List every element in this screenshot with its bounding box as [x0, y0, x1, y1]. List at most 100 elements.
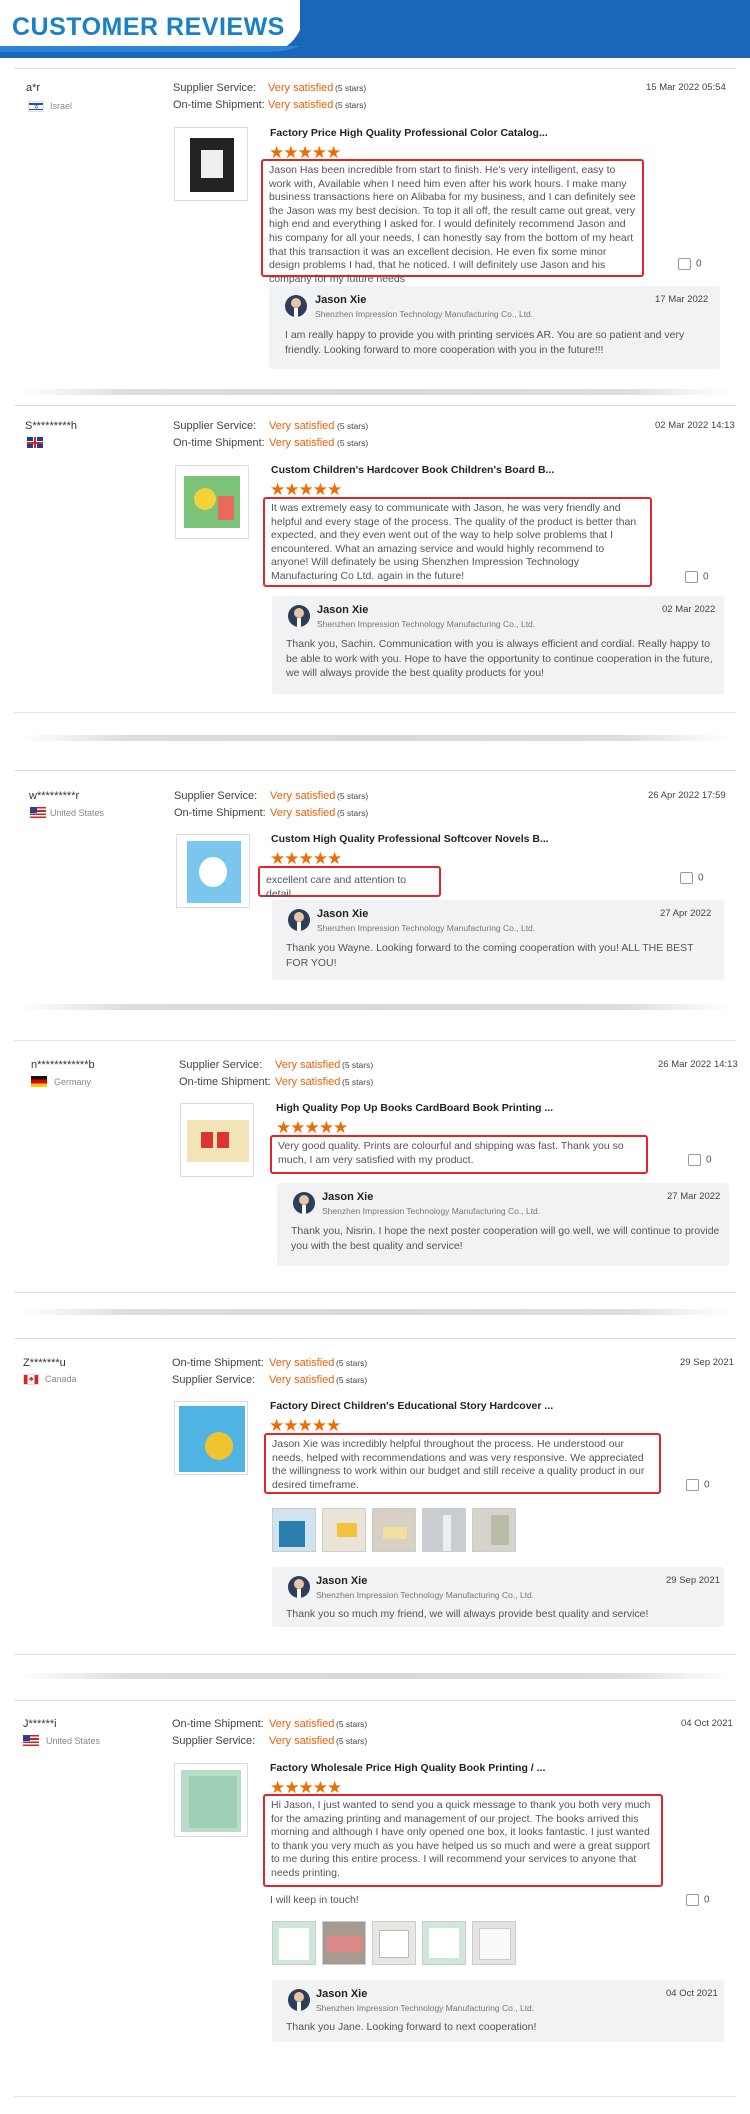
flag-usa-icon: [23, 1735, 39, 1746]
rating-stars-text: (5 stars): [336, 1375, 368, 1385]
divider: [14, 1292, 736, 1293]
reply-company: Shenzhen Impression Technology Manufactu…: [317, 619, 536, 629]
product-title-link[interactable]: Custom Children's Hardcover Book Childre…: [271, 464, 554, 476]
avatar: [285, 295, 307, 317]
reply-author: Jason Xie: [317, 604, 369, 616]
star-rating: ★★★★★: [270, 480, 342, 499]
reviewer-country: Israel: [50, 101, 73, 111]
shipment-value: Very satisfied: [268, 99, 334, 111]
rating-stars-text: (5 stars): [337, 808, 369, 818]
review-photo[interactable]: [472, 1508, 516, 1552]
supplier-service-value: Very satisfied: [268, 82, 334, 94]
like-count: 0: [704, 1894, 710, 1906]
reply-author: Jason Xie: [322, 1191, 374, 1203]
seller-reply: Jason Xie Shenzhen Impression Technology…: [272, 596, 724, 694]
shipment-value: Very satisfied: [269, 1718, 335, 1730]
thumbs-up-icon: [685, 571, 698, 583]
reply-company: Shenzhen Impression Technology Manufactu…: [316, 1590, 535, 1600]
like-button[interactable]: 0: [680, 872, 704, 884]
shipment-label: On-time Shipment:: [172, 1357, 264, 1369]
rating-stars-text: (5 stars): [336, 1358, 368, 1368]
product-thumbnail[interactable]: [180, 1103, 254, 1177]
rating-stars-text: (5 stars): [337, 438, 369, 448]
avatar: [288, 1989, 310, 2011]
star-rating: ★★★★★: [269, 1416, 341, 1435]
review-text: It was extremely easy to communicate wit…: [263, 497, 652, 587]
page-title: CUSTOMER REVIEWS: [12, 13, 285, 41]
review-photo[interactable]: [472, 1921, 516, 1965]
avatar: [288, 1576, 310, 1598]
divider: [14, 405, 736, 406]
product-thumbnail[interactable]: [174, 1763, 248, 1837]
reply-text: Thank you Wayne. Looking forward to the …: [286, 942, 694, 969]
review-text: excellent care and attention to detail: [258, 866, 441, 900]
product-thumbnail[interactable]: [176, 834, 250, 908]
product-title-link[interactable]: Custom High Quality Professional Softcov…: [271, 833, 549, 845]
review-photo[interactable]: [272, 1921, 316, 1965]
like-button[interactable]: 0: [686, 1894, 710, 1906]
supplier-service-value: Very satisfied: [269, 420, 335, 432]
rating-stars-text: (5 stars): [335, 100, 367, 110]
review-date: 02 Mar 2022 14:13: [655, 420, 735, 431]
reply-author: Jason Xie: [316, 1988, 368, 2000]
product-thumbnail[interactable]: [175, 465, 249, 539]
review-photo[interactable]: [372, 1508, 416, 1552]
product-title-link[interactable]: Factory Direct Children's Educational St…: [270, 1400, 553, 1412]
review-photo[interactable]: [422, 1508, 466, 1552]
review-date: 04 Oct 2021: [681, 1718, 733, 1729]
review-text: Hi Jason, I just wanted to send you a qu…: [263, 1794, 663, 1887]
reply-text: Thank you Jane. Looking forward to next …: [286, 2021, 537, 2033]
supplier-service-value: Very satisfied: [275, 1059, 341, 1071]
reply-date: 27 Apr 2022: [660, 908, 712, 919]
like-button[interactable]: 0: [688, 1154, 712, 1166]
review-photo[interactable]: [422, 1921, 466, 1965]
supplier-service-value: Very satisfied: [269, 1374, 335, 1386]
flag-canada-icon: ♣: [23, 1374, 39, 1385]
product-title-link[interactable]: High Quality Pop Up Books CardBoard Book…: [276, 1102, 553, 1114]
divider: [20, 1673, 730, 1679]
product-thumbnail[interactable]: [174, 127, 248, 201]
star-rating: ★★★★★: [276, 1118, 348, 1137]
review-text: Very good quality. Prints are colourful …: [270, 1135, 648, 1174]
flag-israel-icon: ✡: [28, 101, 44, 112]
supplier-service-value: Very satisfied: [270, 790, 336, 802]
like-button[interactable]: 0: [678, 258, 702, 270]
divider: [14, 770, 736, 771]
star-rating: ★★★★★: [270, 849, 342, 868]
avatar: [293, 1192, 315, 1214]
like-button[interactable]: 0: [685, 571, 709, 583]
divider: [20, 389, 730, 395]
seller-reply: Jason Xie Shenzhen Impression Technology…: [272, 1980, 724, 2042]
like-button[interactable]: 0: [686, 1479, 710, 1491]
shipment-value: Very satisfied: [269, 437, 335, 449]
like-count: 0: [698, 872, 704, 884]
product-title-link[interactable]: Factory Price High Quality Professional …: [270, 127, 548, 139]
seller-reply: Jason Xie Shenzhen Impression Technology…: [277, 1183, 729, 1266]
divider: [14, 1700, 736, 1701]
avatar: [288, 909, 310, 931]
review-photo[interactable]: [272, 1508, 316, 1552]
reviewer-country: United States: [46, 1736, 101, 1746]
product-thumbnail[interactable]: [174, 1401, 248, 1475]
supplier-service-label: Supplier Service:: [172, 1735, 256, 1747]
review-photo[interactable]: [322, 1921, 366, 1965]
review-date: 15 Mar 2022 05:54: [646, 82, 726, 93]
reply-author: Jason Xie: [316, 1575, 368, 1587]
product-title-link[interactable]: Factory Wholesale Price High Quality Boo…: [270, 1762, 545, 1774]
review-date: 26 Apr 2022 17:59: [648, 790, 726, 801]
page-header: CUSTOMER REVIEWS: [0, 0, 750, 58]
supplier-service-label: Supplier Service:: [172, 1374, 256, 1386]
review-photo[interactable]: [372, 1921, 416, 1965]
like-count: 0: [704, 1479, 710, 1491]
review-date: 26 Mar 2022 14:13: [658, 1059, 738, 1070]
divider: [14, 712, 736, 713]
like-count: 0: [696, 258, 702, 270]
reply-date: 29 Sep 2021: [666, 1575, 720, 1586]
like-count: 0: [703, 571, 709, 583]
review-photo[interactable]: [322, 1508, 366, 1552]
reply-date: 02 Mar 2022: [662, 604, 716, 615]
thumbs-up-icon: [678, 258, 691, 270]
seller-reply: Jason Xie Shenzhen Impression Technology…: [272, 900, 724, 980]
thumbs-up-icon: [680, 872, 693, 884]
divider: [20, 1309, 730, 1315]
